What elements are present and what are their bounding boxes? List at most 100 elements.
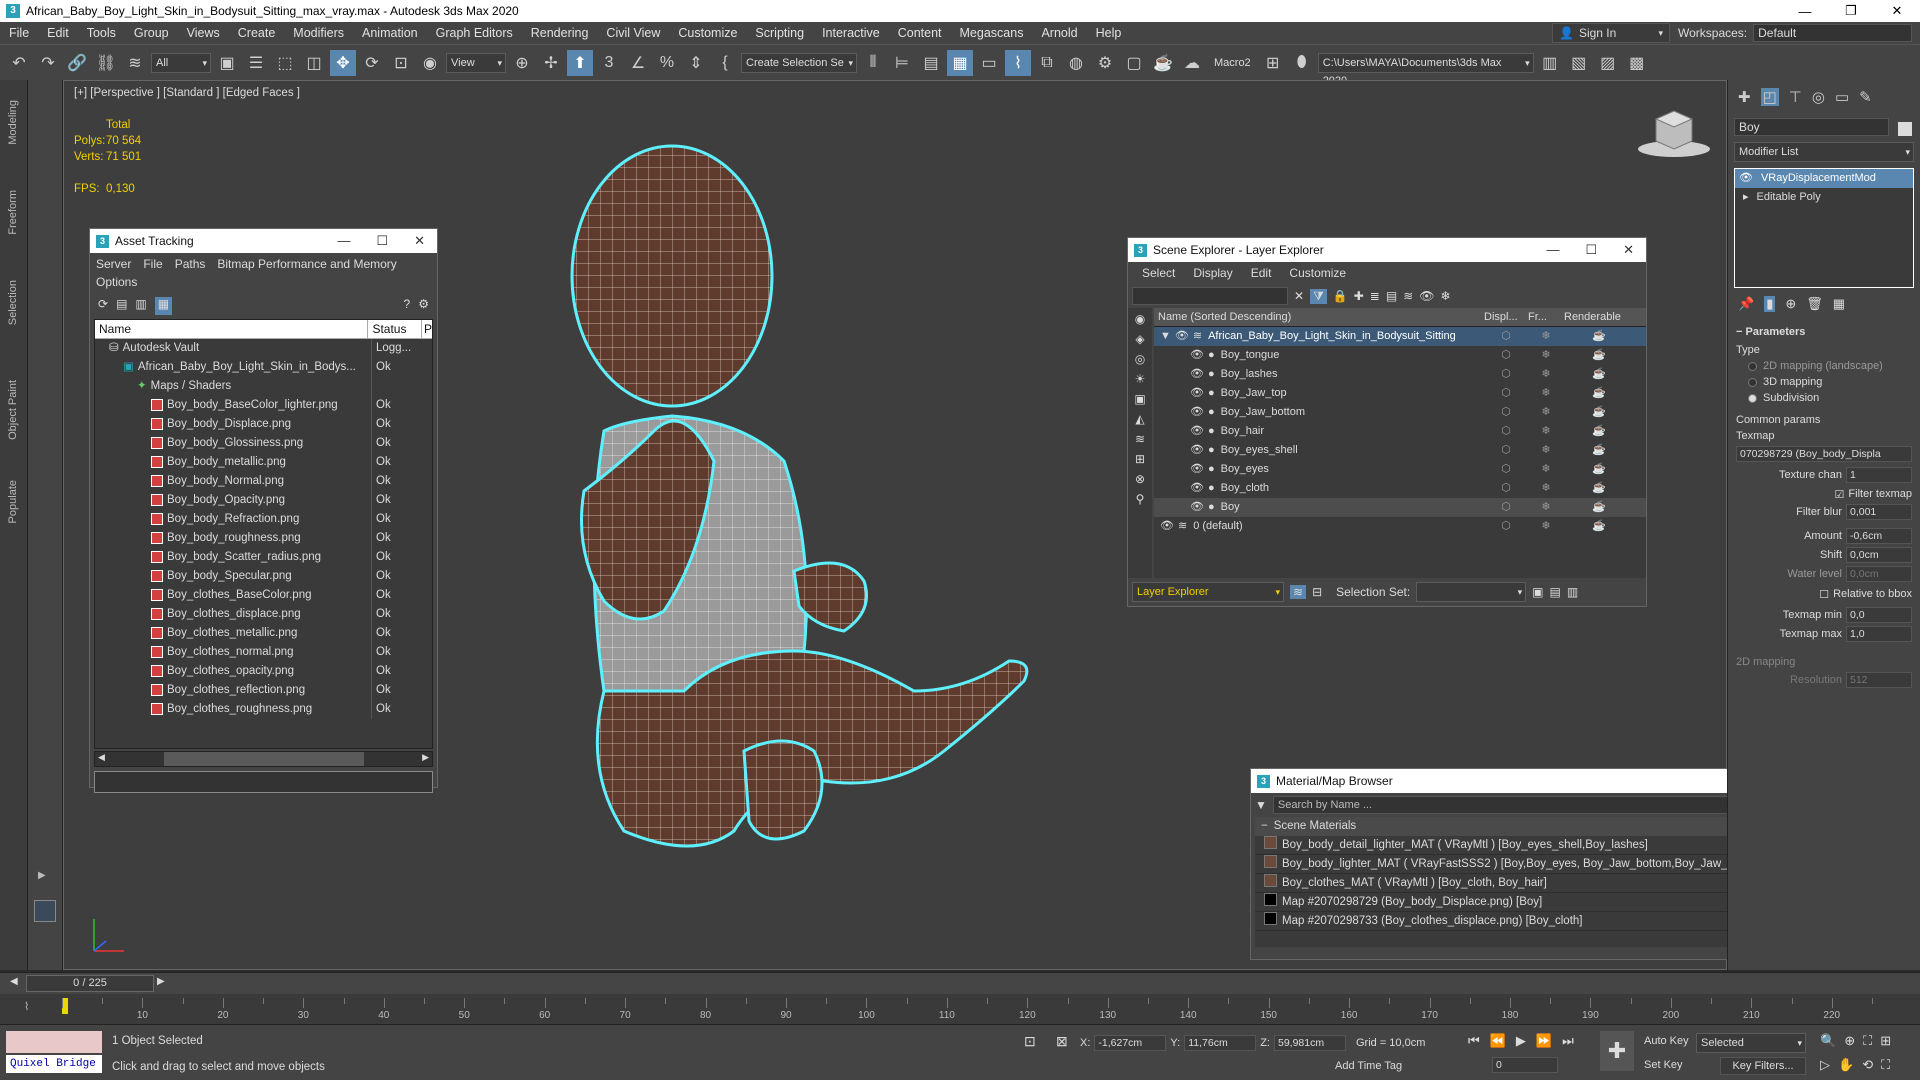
scene-row[interactable]: 👁 ● Boy_Jaw_top ⬡ ❄ ☕ (1154, 384, 1646, 403)
asset-row[interactable]: Boy_body_metallic.png Ok (95, 453, 432, 472)
scene-menu-display[interactable]: Display (1193, 266, 1232, 280)
minimize-icon[interactable]: — (1546, 242, 1559, 258)
sign-in-button[interactable]: 👤 Sign In ▾ (1552, 23, 1670, 43)
isolate-icon[interactable]: ⊡ (1024, 1033, 1036, 1050)
make-unique-icon[interactable]: ⊕ (1785, 296, 1796, 312)
stack-item-vraydisplacement[interactable]: 👁 VRayDisplacementMod (1735, 169, 1913, 188)
baby-model-mesh[interactable] (564, 131, 1124, 851)
display-cameras-icon[interactable]: ▣ (1134, 392, 1145, 406)
asset-row[interactable]: Boy_body_Opacity.png Ok (95, 491, 432, 510)
scene-menu-select[interactable]: Select (1142, 266, 1175, 280)
object-color-swatch[interactable] (1898, 122, 1912, 136)
minimize-button[interactable]: — (1782, 4, 1828, 19)
asset-row[interactable]: Boy_clothes_roughness.png Ok (95, 700, 432, 719)
resolution-spinner[interactable]: 512 (1846, 672, 1912, 688)
go-to-start-icon[interactable]: ⏮ (1468, 1033, 1480, 1049)
asset-row[interactable]: Boy_body_Scatter_radius.png Ok (95, 548, 432, 567)
radio-2d-mapping[interactable]: 2D mapping (landscape) (1748, 360, 1900, 372)
visibility-eye-icon[interactable]: 👁 (1190, 365, 1204, 384)
modifier-list-dropdown[interactable]: Modifier List (1734, 142, 1914, 162)
settings-icon[interactable]: ⚙ (418, 297, 429, 315)
select-manipulate-icon[interactable]: ✢ (538, 50, 564, 76)
current-frame-field[interactable]: 0 (1492, 1057, 1558, 1073)
add-to-layer-icon[interactable]: ≣ (1370, 289, 1380, 303)
freeze-state-icon[interactable]: ❄ (1528, 479, 1564, 498)
key-filters-button[interactable]: Key Filters... (1720, 1057, 1806, 1075)
minimize-icon[interactable]: — (337, 233, 350, 249)
freeze-state-icon[interactable]: ❄ (1528, 384, 1564, 403)
maxscript-listener[interactable] (6, 1031, 102, 1053)
filter-texmap-checkbox[interactable]: ☑ Filter texmap (1736, 488, 1912, 501)
visibility-eye-icon[interactable]: 👁 (1190, 403, 1204, 422)
col-scene-name[interactable]: Name (Sorted Descending) (1154, 308, 1484, 326)
col-name[interactable]: Name (95, 320, 369, 338)
named-selection-dropdown[interactable]: Create Selection Se (741, 52, 857, 73)
display-state-icon[interactable]: ⬡ (1484, 460, 1528, 479)
set-key-button[interactable]: Set Key (1644, 1059, 1683, 1071)
asset-menu-options[interactable]: Options (90, 275, 437, 293)
hierarchy-tab-icon[interactable]: ⊤ (1789, 88, 1802, 106)
menu-create[interactable]: Create (229, 22, 285, 44)
project-folder-icon[interactable]: ▥ (1537, 50, 1563, 76)
asset-row[interactable]: Boy_clothes_displace.png Ok (95, 605, 432, 624)
shift-spinner[interactable]: 0,0cm (1846, 547, 1912, 563)
scene-explorer-icon[interactable]: ▦ (947, 49, 973, 76)
detail-icon[interactable]: ▥ (135, 297, 146, 315)
grid-layout-icon[interactable]: ⊞ (1260, 50, 1286, 76)
scene-row[interactable]: 👁 ● Boy_tongue ⬡ ❄ ☕ (1154, 346, 1646, 365)
utilities-tab-icon[interactable]: ✎ (1859, 88, 1872, 106)
freeze-state-icon[interactable]: ❄ (1528, 517, 1564, 536)
visibility-eye-icon[interactable]: 👁 (1190, 422, 1204, 441)
select-by-name-icon[interactable]: ☰ (243, 50, 269, 76)
zoom-icon[interactable]: 🔍 (1820, 1033, 1836, 1049)
asset-row[interactable]: ✦ Maps / Shaders (95, 377, 432, 396)
percent-snap-icon[interactable]: % (654, 50, 680, 76)
prev-frame-icon[interactable]: ◀ (10, 976, 18, 987)
render-icon[interactable]: ☕ (1150, 50, 1176, 76)
renderable-teapot-icon[interactable]: ☕ (1564, 479, 1634, 498)
track-bar[interactable]: ⌇ 10 20 30 40 50 60 70 80 90 100 110 120 130 140 150 16… (0, 994, 1920, 1024)
layer-explorer-icon[interactable]: ▤ (918, 50, 944, 76)
hierarchy-mode-icon[interactable]: ⊟ (1312, 585, 1322, 599)
display-state-icon[interactable]: ⬡ (1484, 422, 1528, 441)
link-icon[interactable]: 🔗 (64, 50, 90, 76)
display-state-icon[interactable]: ⬡ (1484, 479, 1528, 498)
freeze-icon[interactable]: ❄ (1441, 289, 1451, 303)
renderable-teapot-icon[interactable]: ☕ (1564, 365, 1634, 384)
configure-sets-icon[interactable]: ▦ (1833, 296, 1845, 312)
collapse-icon[interactable]: ▼ (1160, 327, 1171, 346)
visibility-eye-icon[interactable]: 👁 (1190, 384, 1204, 403)
tab-object-paint[interactable]: Object Paint (7, 380, 19, 440)
asset-row[interactable]: ▣ African_Baby_Boy_Light_Skin_in_Bodys...… (95, 358, 432, 377)
select-object-icon[interactable]: ▣ (214, 50, 240, 76)
ribbon-icon[interactable]: ▭ (976, 50, 1002, 76)
unlink-icon[interactable]: ⛓ (93, 50, 119, 76)
renderable-teapot-icon[interactable]: ☕ (1564, 441, 1634, 460)
display-groups-icon[interactable]: ⊞ (1135, 452, 1145, 466)
tab-modeling[interactable]: Modeling (7, 100, 19, 145)
chevron-down-icon[interactable]: ▼ (1255, 798, 1267, 812)
col-renderable[interactable]: Renderable (1564, 308, 1634, 326)
col-status[interactable]: Status (368, 320, 422, 338)
select-layer-icon[interactable]: ▤ (1386, 289, 1397, 303)
redo-icon[interactable]: ↷ (35, 50, 61, 76)
menu-modifiers[interactable]: Modifiers (284, 22, 353, 44)
display-state-icon[interactable]: ⬡ (1484, 346, 1528, 365)
create-tab-icon[interactable]: ✚ (1738, 88, 1751, 106)
stack-item-editable-poly[interactable]: ▸ Editable Poly (1735, 188, 1913, 207)
scene-menu-customize[interactable]: Customize (1289, 266, 1346, 280)
selset-remove-icon[interactable]: ▥ (1567, 585, 1578, 599)
filter-blur-spinner[interactable]: 0,001 (1846, 504, 1912, 520)
asset-row[interactable]: Boy_body_Glossiness.png Ok (95, 434, 432, 453)
shape-icon[interactable]: ⬮ (1289, 50, 1315, 76)
layers-icon[interactable]: ≋ (1403, 289, 1413, 303)
scene-row[interactable]: 👁 ● Boy_lashes ⬡ ❄ ☕ (1154, 365, 1646, 384)
selection-filter-dropdown[interactable]: All (151, 52, 211, 73)
align-icon[interactable]: ⊨ (889, 50, 915, 76)
renderable-teapot-icon[interactable]: ☕ (1564, 422, 1634, 441)
add-time-tag[interactable]: Add Time Tag (1335, 1060, 1402, 1072)
refresh-icon[interactable]: ⟳ (98, 297, 108, 315)
remove-modifier-icon[interactable]: 🗑 (1806, 296, 1823, 312)
asset-menu-file[interactable]: File (143, 257, 162, 271)
bind-spacewarp-icon[interactable]: ≋ (122, 50, 148, 76)
